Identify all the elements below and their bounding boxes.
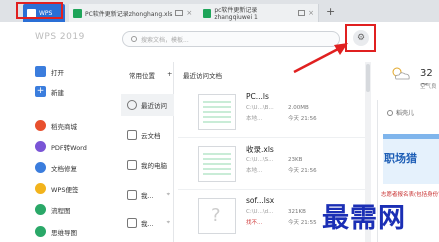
recent-file-row[interactable]: 收录.xls C:\U...\S... 23KB 本地... 今天 21:56 xyxy=(178,138,368,190)
close-icon[interactable]: × xyxy=(308,9,314,17)
folder-icon xyxy=(127,190,137,200)
tab-label: PC软件更新记录zhonghang.xls xyxy=(85,10,173,18)
file-time: 今天 21:55 xyxy=(288,220,317,226)
weather-widget[interactable]: 32 ~ 空气良 xyxy=(384,56,439,94)
location-cloud-docs[interactable]: 云文档 xyxy=(121,124,174,146)
file-status: 本地... xyxy=(246,168,263,174)
app-name: WPS 2019 xyxy=(35,32,85,42)
window-icon xyxy=(175,10,184,16)
close-icon[interactable]: × xyxy=(186,9,192,17)
sidebar-item-label: 思维导图 xyxy=(51,228,77,237)
location-label: 云文档 xyxy=(141,132,161,140)
file-size: 23KB xyxy=(288,157,303,163)
window-icon xyxy=(297,10,306,16)
sidebar-item-label: 新建 xyxy=(51,88,64,97)
location-label: 我的电脑 xyxy=(141,162,167,170)
tab-spreadsheet-2[interactable]: pc软件更新记录zhangqiuwei 1 × xyxy=(199,4,319,22)
sidebar-item-label: 文档修复 xyxy=(51,164,77,173)
watermark-text: 最需网 xyxy=(322,203,406,234)
sidebar-item-label: PDF转Word xyxy=(51,143,87,152)
add-location-button[interactable]: + xyxy=(167,70,172,80)
file-time: 今天 21:56 xyxy=(288,116,317,122)
pin-icon[interactable]: ⌖ xyxy=(167,219,170,227)
docer-icon xyxy=(387,109,393,116)
common-locations-panel: 常用位置 + 最近访问 云文档 我的电脑 我... ⌖ 我... ⌖ xyxy=(121,62,174,242)
recent-docs-title: 最近访问文档 xyxy=(183,72,222,80)
annotation-arrow-icon xyxy=(293,43,348,74)
file-time: 今天 21:56 xyxy=(288,168,317,174)
sidebar-item-label: WPS便签 xyxy=(51,185,79,194)
banner-text: 职场猎 xyxy=(384,152,417,165)
spreadsheet-icon xyxy=(73,8,82,18)
mindmap-icon xyxy=(35,226,46,237)
sidebar-item-label: 流程图 xyxy=(51,206,71,215)
location-label: 最近访问 xyxy=(141,102,167,110)
spreadsheet-icon xyxy=(203,8,212,18)
air-quality: 空气良 xyxy=(420,84,437,90)
sidebar-item-label: 稻壳商城 xyxy=(51,122,77,131)
sidebar-item-pdf-to-word[interactable]: PDF转Word xyxy=(35,141,87,152)
search-icon xyxy=(131,36,137,42)
sidebar-item-new[interactable]: + 新建 xyxy=(35,86,64,97)
tab-spreadsheet-1[interactable]: PC软件更新记录zhonghang.xls × xyxy=(69,4,205,22)
location-my-desktop[interactable]: 我... ⌖ xyxy=(121,212,174,234)
highlight-box-wps-tab xyxy=(16,2,63,19)
sidebar-item-mindmap[interactable]: 思维导图 xyxy=(35,226,77,237)
computer-icon xyxy=(127,160,137,170)
pdf-icon xyxy=(35,141,46,152)
folder-icon xyxy=(127,218,137,228)
file-path: C:\U...\B... xyxy=(246,105,274,111)
file-name: PC...ls xyxy=(246,92,269,101)
location-my-docs[interactable]: 我... ⌖ xyxy=(121,184,174,206)
search-placeholder: 搜索文档，模板... xyxy=(141,36,189,44)
clock-icon xyxy=(127,100,137,110)
file-path: C:\U...\S... xyxy=(246,157,274,163)
shop-icon xyxy=(35,120,46,131)
title-bar: WPS PC软件更新记录zhonghang.xls × pc软件更新记录zhan… xyxy=(0,0,439,22)
plus-icon: + xyxy=(35,86,46,97)
file-size: 321KB xyxy=(288,209,306,215)
file-path: C:\U...\d... xyxy=(246,209,274,215)
file-name: 收录.xls xyxy=(246,145,274,154)
common-locations-header: 常用位置 + xyxy=(129,70,172,80)
sidebar-item-shop[interactable]: 稻壳商城 xyxy=(35,120,77,131)
spreadsheet-thumbnail-icon xyxy=(198,94,236,130)
new-tab-button[interactable]: + xyxy=(326,5,335,18)
common-locations-title: 常用位置 xyxy=(129,72,155,80)
note-icon xyxy=(35,183,46,194)
banner-stripe xyxy=(383,134,439,139)
promo-banner[interactable]: 职场猎 xyxy=(383,134,439,184)
location-my-computer[interactable]: 我的电脑 xyxy=(121,154,174,176)
card-title: 稻壳儿 xyxy=(396,110,415,117)
repair-icon xyxy=(35,162,46,173)
recent-file-row[interactable]: PC...ls C:\U...\B... 2.00MB 本地... 今天 21:… xyxy=(178,86,368,138)
folder-icon xyxy=(35,66,46,77)
pin-icon[interactable]: ⌖ xyxy=(167,191,170,199)
file-status: 找不... xyxy=(246,220,263,226)
spreadsheet-thumbnail-icon xyxy=(198,146,236,182)
file-status: 本地... xyxy=(246,116,263,122)
left-sidebar: WPS 2019 打开 + 新建 稻壳商城 PDF转Word 文档修复 WPS便… xyxy=(0,22,118,242)
cloudy-sun-icon xyxy=(392,67,410,80)
sidebar-item-notes[interactable]: WPS便签 xyxy=(35,183,78,194)
file-size: 2.00MB xyxy=(288,105,309,111)
card-header: 稻壳儿 xyxy=(387,108,414,117)
missing-file-thumbnail-icon: ? xyxy=(198,198,236,234)
file-name: sof...lsx xyxy=(246,196,275,205)
sidebar-item-repair[interactable]: 文档修复 xyxy=(35,162,77,173)
location-label: 我... xyxy=(141,192,154,200)
scrollbar-thumb[interactable] xyxy=(366,64,370,92)
location-recent[interactable]: 最近访问 xyxy=(121,94,174,116)
sidebar-item-flowchart[interactable]: 流程图 xyxy=(35,204,71,215)
flow-icon xyxy=(35,204,46,215)
tab-label: pc软件更新记录zhangqiuwei 1 xyxy=(214,7,258,21)
sidebar-item-open[interactable]: 打开 xyxy=(35,66,64,77)
location-label: 我... xyxy=(141,220,154,228)
sidebar-item-label: 打开 xyxy=(51,68,64,77)
cloud-icon xyxy=(127,130,137,140)
